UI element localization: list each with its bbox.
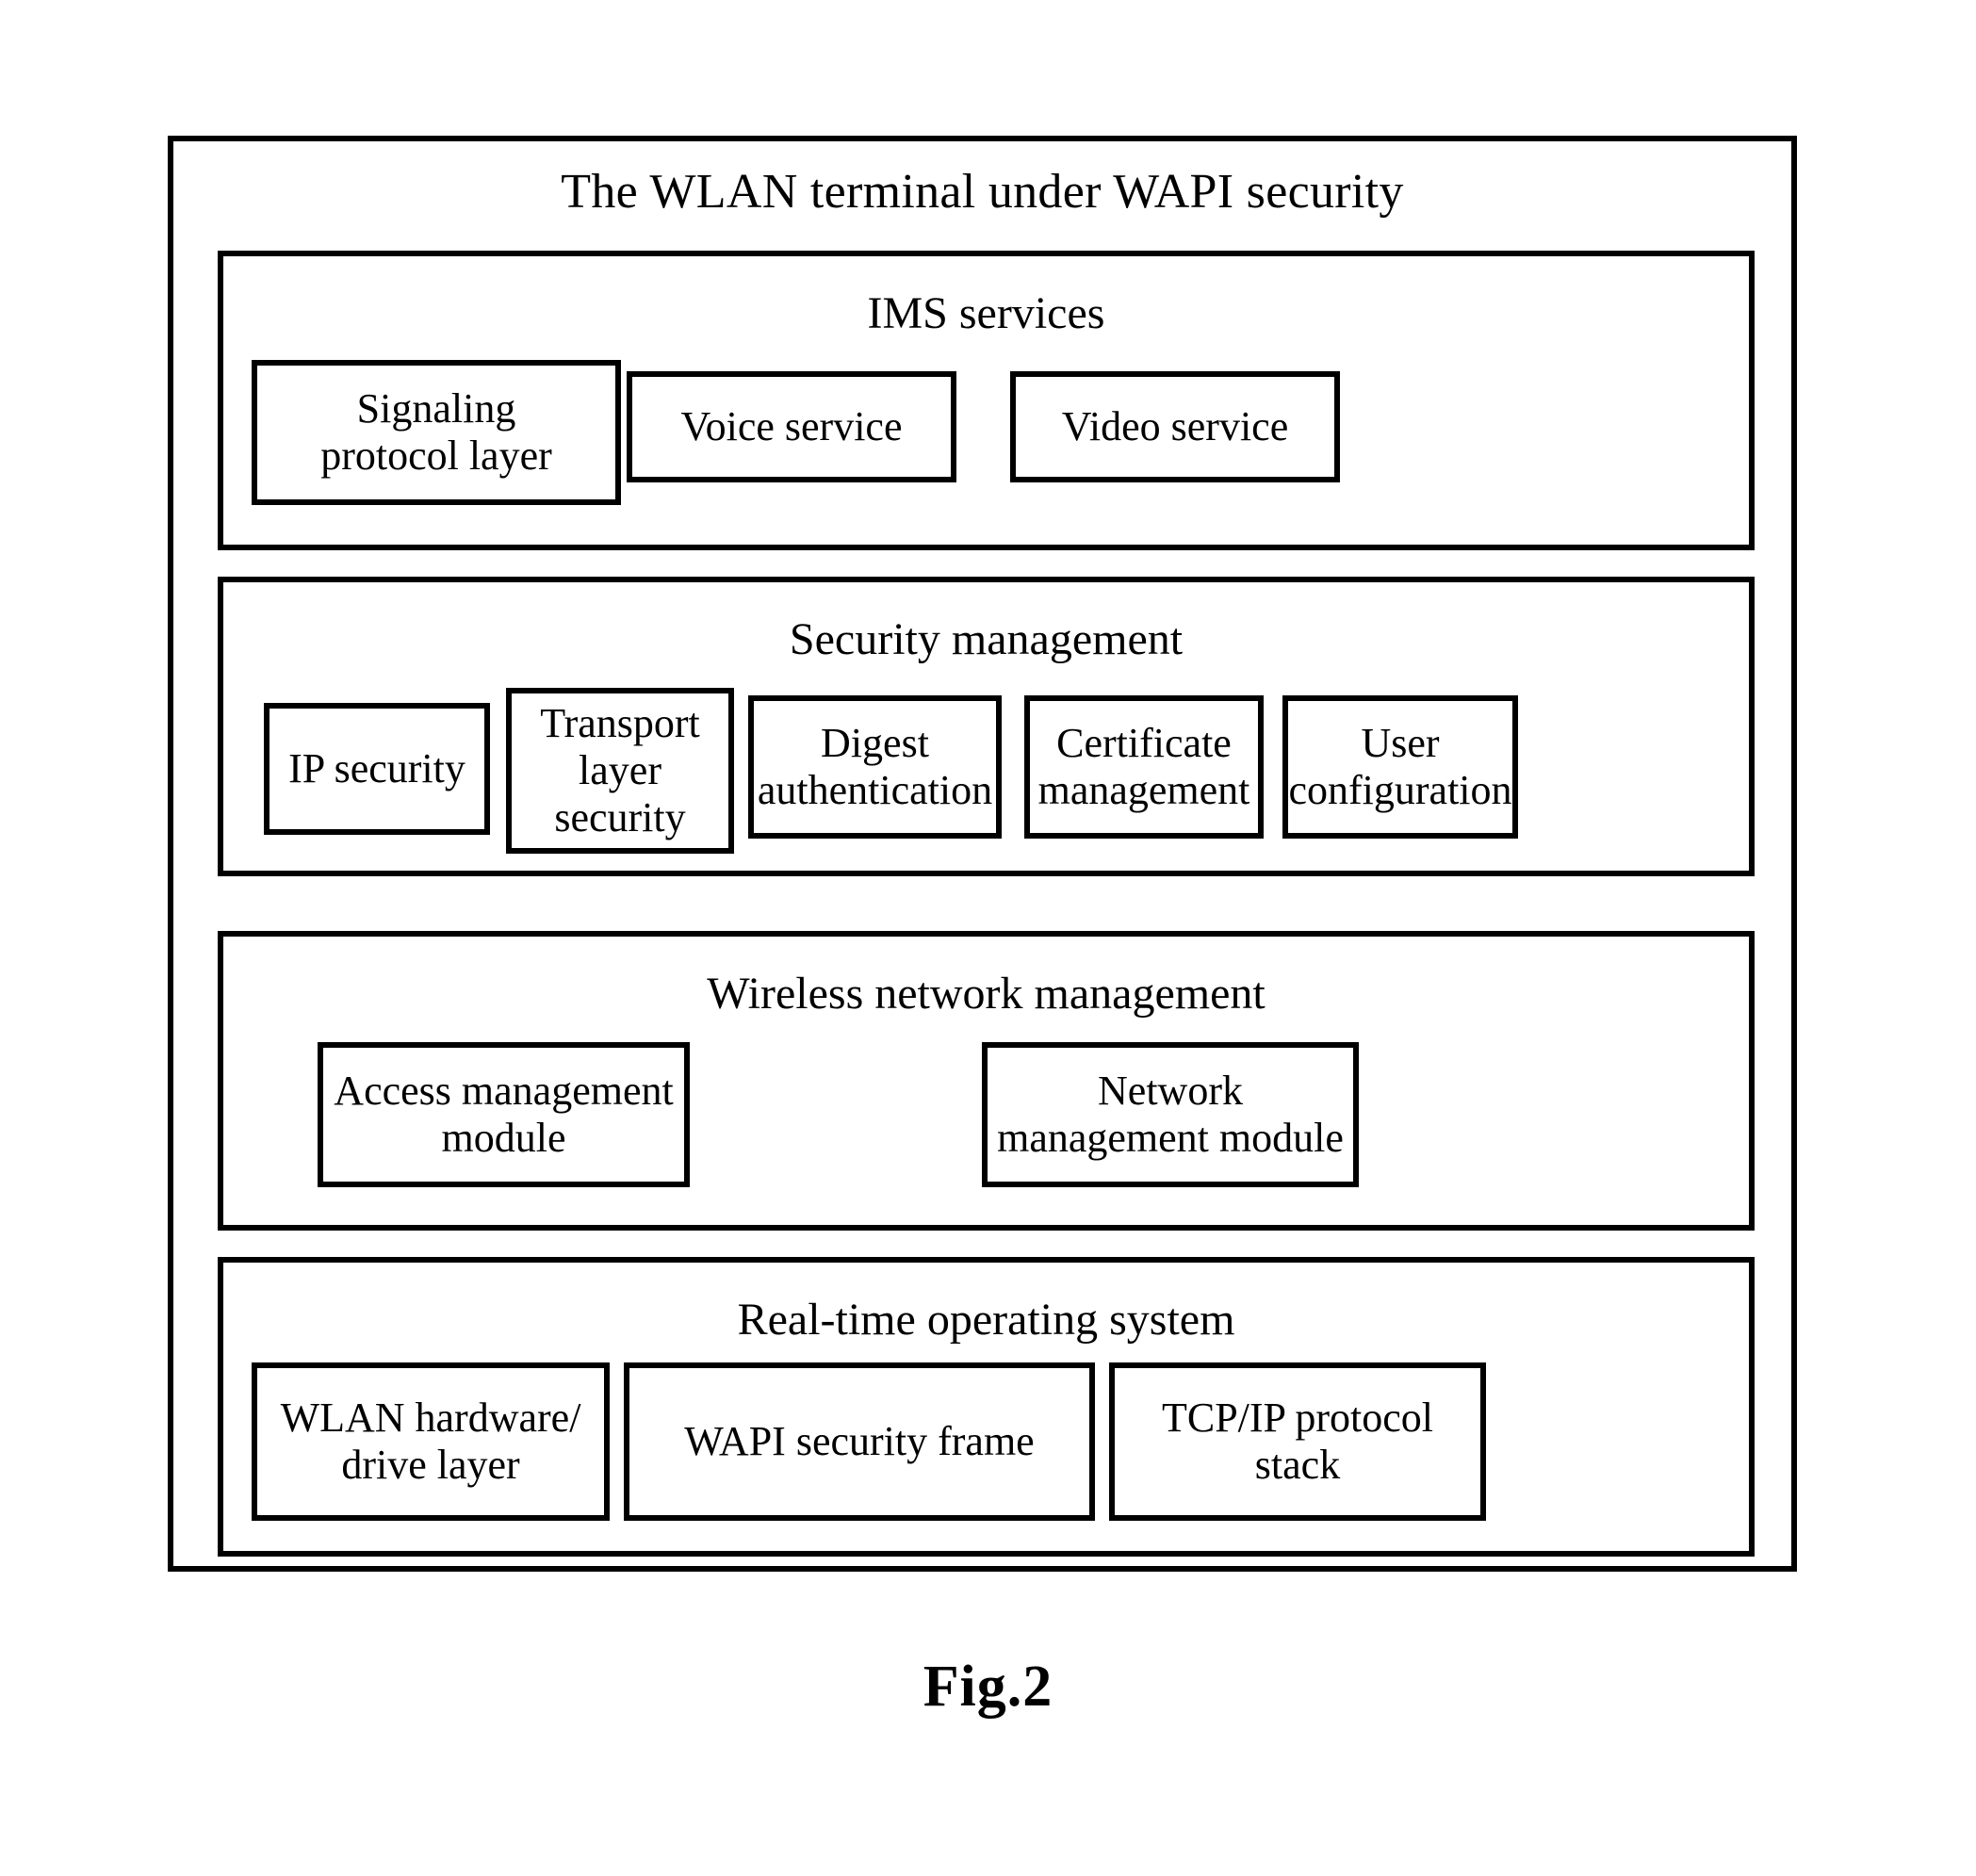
section-security-management: Security management IP security Transpor…: [218, 577, 1755, 876]
module-label-voice-service: Voice service: [680, 403, 903, 450]
section-title-security-management: Security management: [789, 614, 1184, 664]
module-label-transport-layer-security: Transport layer security: [540, 700, 700, 840]
module-label-user-configuration: User configuration: [1288, 720, 1512, 813]
module-voice-service[interactable]: Voice service: [627, 371, 956, 482]
module-label-wlan-hardware-drive-layer: WLAN hardware/ drive layer: [280, 1395, 581, 1488]
module-label-wapi-security-frame: WAPI security frame: [684, 1418, 1035, 1465]
module-digest-authentication[interactable]: Digest authentication: [748, 695, 1002, 839]
module-network-management-module[interactable]: Network management module: [982, 1042, 1359, 1187]
module-access-management-module[interactable]: Access management module: [318, 1042, 690, 1187]
module-user-configuration[interactable]: User configuration: [1282, 695, 1518, 839]
module-signaling-protocol-layer[interactable]: Signaling protocol layer: [252, 360, 621, 505]
section-title-real-time-operating-system: Real-time operating system: [737, 1295, 1235, 1345]
figure-caption: Fig.2: [923, 1655, 1053, 1719]
module-wlan-hardware-drive-layer[interactable]: WLAN hardware/ drive layer: [252, 1362, 610, 1521]
terminal-title: The WLAN terminal under WAPI security: [561, 165, 1404, 219]
module-ip-security[interactable]: IP security: [264, 703, 490, 835]
module-label-tcpip-protocol-stack: TCP/IP protocol stack: [1161, 1395, 1434, 1488]
module-label-digest-authentication: Digest authentication: [757, 720, 993, 813]
section-wireless-network-management: Wireless network management Access manag…: [218, 931, 1755, 1231]
section-ims-services: IMS services Signaling protocol layer Vo…: [218, 251, 1755, 550]
module-wapi-security-frame[interactable]: WAPI security frame: [624, 1362, 1095, 1521]
module-label-video-service: Video service: [1061, 403, 1289, 450]
wlan-terminal-frame: The WLAN terminal under WAPI security IM…: [168, 136, 1797, 1572]
section-title-wireless-network-management: Wireless network management: [707, 969, 1266, 1019]
module-label-access-management-module: Access management module: [334, 1068, 674, 1161]
module-tcpip-protocol-stack[interactable]: TCP/IP protocol stack: [1109, 1362, 1486, 1521]
section-real-time-operating-system: Real-time operating system WLAN hardware…: [218, 1257, 1755, 1557]
module-label-network-management-module: Network management module: [997, 1068, 1344, 1161]
module-transport-layer-security[interactable]: Transport layer security: [506, 688, 734, 854]
module-label-signaling-protocol-layer: Signaling protocol layer: [320, 385, 552, 479]
module-label-certificate-management: Certificate management: [1037, 720, 1250, 813]
module-video-service[interactable]: Video service: [1010, 371, 1340, 482]
module-certificate-management[interactable]: Certificate management: [1024, 695, 1264, 839]
module-label-ip-security: IP security: [288, 745, 465, 792]
section-title-ims-services: IMS services: [867, 288, 1105, 338]
